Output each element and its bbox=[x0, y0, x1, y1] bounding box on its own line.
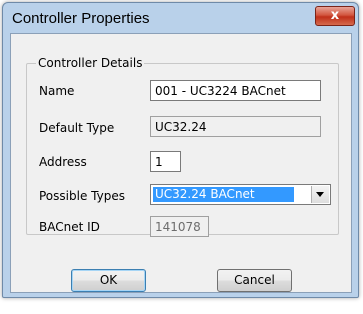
group-title: Controller Details bbox=[36, 56, 145, 70]
title-bar[interactable]: Controller Properties x bbox=[3, 3, 358, 33]
ok-button[interactable]: OK bbox=[71, 269, 146, 292]
dialog-body: Controller Details Name 001 - UC3224 BAC… bbox=[10, 33, 352, 293]
chevron-down-icon[interactable] bbox=[311, 186, 329, 203]
name-field[interactable]: 001 - UC3224 BACnet bbox=[150, 80, 321, 101]
default-type-label: Default Type bbox=[39, 121, 115, 135]
window-title: Controller Properties bbox=[12, 10, 150, 27]
close-button[interactable]: x bbox=[315, 6, 355, 26]
close-icon: x bbox=[330, 8, 340, 23]
default-type-field: UC32.24 bbox=[150, 116, 321, 137]
cancel-button[interactable]: Cancel bbox=[217, 269, 292, 292]
possible-types-label: Possible Types bbox=[39, 189, 125, 203]
bacnet-id-field: 141078 bbox=[150, 216, 209, 237]
possible-types-select[interactable]: UC32.24 BACnet bbox=[150, 184, 331, 205]
name-label: Name bbox=[39, 84, 75, 98]
bacnet-id-label: BACnet ID bbox=[39, 220, 100, 234]
address-field[interactable]: 1 bbox=[150, 151, 181, 172]
address-label: Address bbox=[39, 155, 87, 169]
dialog-window: Controller Properties x Controller Detai… bbox=[2, 2, 359, 298]
possible-types-selected-value: UC32.24 BACnet bbox=[153, 187, 294, 202]
